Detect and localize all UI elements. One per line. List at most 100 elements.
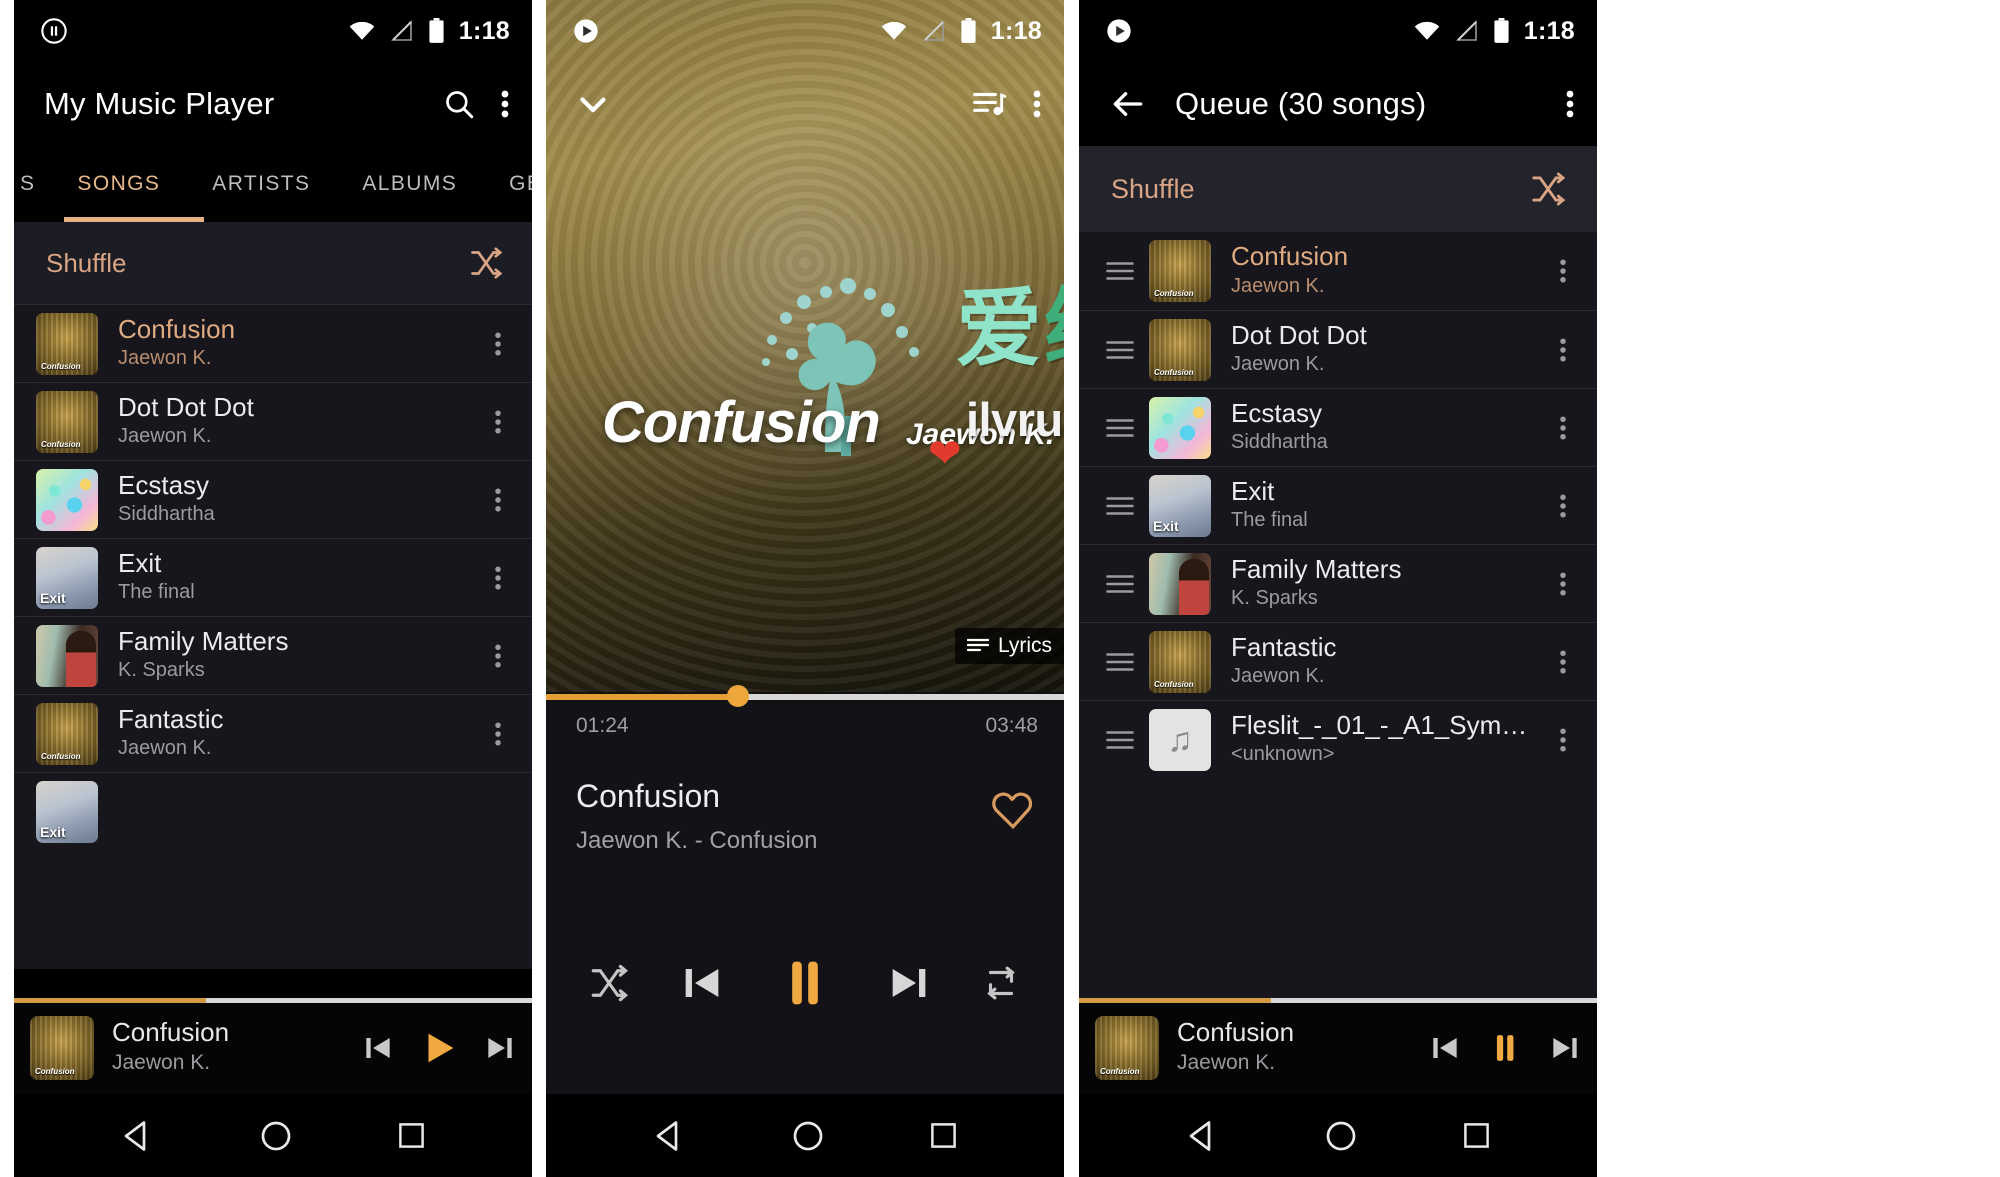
- song-row-partial[interactable]: [14, 772, 532, 850]
- playlist-queue-icon[interactable]: [970, 85, 1008, 123]
- skip-next-icon[interactable]: [1545, 1028, 1585, 1068]
- shuffle-row[interactable]: Shuffle: [1079, 146, 1597, 232]
- drag-handle-icon[interactable]: [1101, 338, 1135, 362]
- row-overflow-icon[interactable]: [1547, 491, 1579, 521]
- pause-icon[interactable]: [773, 951, 837, 1015]
- nav-recents-square-icon[interactable]: [1461, 1120, 1492, 1151]
- queue-row[interactable]: Family Matters K. Sparks: [1079, 544, 1597, 622]
- row-overflow-icon[interactable]: [1547, 256, 1579, 286]
- drag-handle-icon[interactable]: [1101, 416, 1135, 440]
- album-art: [1149, 552, 1211, 615]
- lyrics-label: Lyrics: [997, 634, 1052, 657]
- song-row[interactable]: Fantastic Jaewon K.: [14, 694, 532, 772]
- album-art: [1149, 318, 1211, 381]
- status-bar-queue: 1:18: [1079, 0, 1597, 62]
- skip-next-icon[interactable]: [881, 955, 937, 1011]
- shuffle-icon[interactable]: [588, 962, 630, 1004]
- queue-row[interactable]: Fantastic Jaewon K.: [1079, 622, 1597, 700]
- nav-recents-square-icon[interactable]: [396, 1120, 427, 1151]
- album-art: [36, 312, 98, 375]
- album-art: [1149, 240, 1211, 302]
- tab-albums[interactable]: ALBUMS: [336, 172, 483, 196]
- song-row[interactable]: Confusion Jaewon K.: [14, 304, 532, 382]
- heart-logo-icon: ❤: [928, 432, 962, 476]
- tab-genres[interactable]: GENRES: [483, 172, 532, 196]
- mini-player-queue[interactable]: Confusion Jaewon K.: [1079, 998, 1597, 1094]
- skip-next-icon[interactable]: [480, 1028, 520, 1068]
- overflow-menu-icon[interactable]: [500, 87, 510, 121]
- row-overflow-icon[interactable]: [1547, 725, 1579, 755]
- queue-row[interactable]: Ecstasy Siddhartha: [1079, 388, 1597, 466]
- android-nav-bar: [546, 1094, 1064, 1177]
- total-time: 03:48: [985, 714, 1038, 737]
- seek-bar[interactable]: [546, 685, 1064, 707]
- row-overflow-icon[interactable]: [482, 407, 514, 437]
- nav-home-circle-icon[interactable]: [791, 1119, 825, 1153]
- drag-handle-icon[interactable]: [1101, 572, 1135, 596]
- queue-row[interactable]: ♫ Fleslit_-_01_-_A1_Sympho… <unknown>: [1079, 700, 1597, 778]
- status-bar-library: 1:18: [14, 0, 532, 62]
- heart-outline-icon[interactable]: [990, 776, 1036, 830]
- overflow-menu-icon[interactable]: [1565, 87, 1575, 121]
- skip-previous-icon[interactable]: [358, 1028, 398, 1068]
- mini-progress-bar[interactable]: [1079, 998, 1597, 1003]
- seek-fill: [546, 694, 738, 700]
- row-overflow-icon[interactable]: [482, 563, 514, 593]
- song-artist: Siddhartha: [1231, 431, 1328, 454]
- nav-recents-square-icon[interactable]: [928, 1120, 959, 1151]
- mini-player-library[interactable]: Confusion Jaewon K.: [14, 998, 532, 1094]
- song-artist: Jaewon K.: [118, 737, 212, 760]
- album-art: [1149, 474, 1211, 537]
- row-overflow-icon[interactable]: [482, 329, 514, 359]
- row-overflow-icon[interactable]: [482, 485, 514, 515]
- row-overflow-icon[interactable]: [1547, 413, 1579, 443]
- song-row[interactable]: Ecstasy Siddhartha: [14, 460, 532, 538]
- row-overflow-icon[interactable]: [482, 719, 514, 749]
- phone-queue: 1:18 Queue (30 songs) Shuffle Confusion …: [1079, 0, 1597, 1177]
- song-row[interactable]: Dot Dot Dot Jaewon K.: [14, 382, 532, 460]
- seek-knob[interactable]: [726, 685, 749, 707]
- tab-artists[interactable]: ARTISTS: [186, 172, 336, 196]
- tab-partial[interactable]: S: [14, 172, 51, 196]
- phone-player: 1:18 Confusion Jaewon K. ❤ 爱 ilvru Lyric…: [546, 0, 1064, 1177]
- nav-back-triangle-icon[interactable]: [652, 1118, 688, 1154]
- row-overflow-icon[interactable]: [482, 641, 514, 671]
- pause-icon[interactable]: [1483, 1026, 1527, 1070]
- album-art: [1149, 630, 1211, 693]
- drag-handle-icon[interactable]: [1101, 494, 1135, 518]
- queue-row[interactable]: Exit The final: [1079, 466, 1597, 544]
- search-icon[interactable]: [442, 87, 476, 121]
- nav-home-circle-icon[interactable]: [259, 1119, 293, 1153]
- skip-previous-icon[interactable]: [1425, 1028, 1465, 1068]
- queue-row[interactable]: Confusion Jaewon K.: [1079, 232, 1597, 310]
- drag-handle-icon[interactable]: [1101, 259, 1135, 283]
- mini-progress-bar[interactable]: [14, 998, 532, 1003]
- song-title: Dot Dot Dot: [118, 391, 254, 422]
- play-icon[interactable]: [416, 1025, 462, 1071]
- drag-handle-icon[interactable]: [1101, 728, 1135, 752]
- repeat-icon[interactable]: [980, 962, 1022, 1004]
- song-row[interactable]: Family Matters K. Sparks: [14, 616, 532, 694]
- drag-handle-icon[interactable]: [1101, 650, 1135, 674]
- row-overflow-icon[interactable]: [1547, 647, 1579, 677]
- album-art: [36, 624, 98, 687]
- nav-back-triangle-icon[interactable]: [1185, 1118, 1221, 1154]
- album-art: [36, 780, 98, 843]
- song-row[interactable]: Exit The final: [14, 538, 532, 616]
- row-overflow-icon[interactable]: [1547, 335, 1579, 365]
- nav-home-circle-icon[interactable]: [1324, 1119, 1358, 1153]
- tab-songs[interactable]: SONGS: [51, 172, 186, 196]
- skip-previous-icon[interactable]: [674, 955, 730, 1011]
- shuffle-icon[interactable]: [468, 245, 504, 281]
- overflow-menu-icon[interactable]: [1032, 87, 1042, 121]
- back-arrow-icon[interactable]: [1109, 85, 1147, 123]
- lyrics-button[interactable]: Lyrics: [954, 628, 1064, 664]
- shuffle-row[interactable]: Shuffle: [14, 222, 532, 304]
- queue-row[interactable]: Dot Dot Dot Jaewon K.: [1079, 310, 1597, 388]
- song-title: Family Matters: [118, 625, 289, 656]
- shuffle-icon[interactable]: [1529, 170, 1567, 208]
- chevron-down-icon[interactable]: [572, 83, 614, 125]
- row-overflow-icon[interactable]: [1547, 569, 1579, 599]
- song-title: Ecstasy: [118, 469, 210, 500]
- nav-back-triangle-icon[interactable]: [120, 1118, 156, 1154]
